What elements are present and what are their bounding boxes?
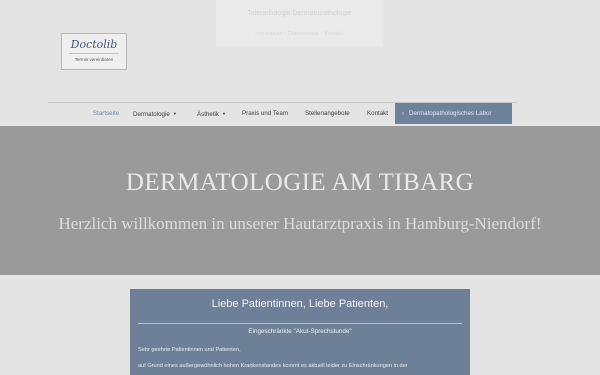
nav-item-kontakt[interactable]: Kontakt bbox=[367, 103, 388, 124]
notice-paragraph: auf Grund eines außergewöhnlich hohen Kr… bbox=[138, 363, 408, 369]
nav-item-label: Startseite bbox=[93, 110, 120, 117]
logo-divider bbox=[69, 53, 119, 54]
chevron-down-icon: ▼ bbox=[222, 111, 226, 116]
dermatopathologisches-labor-button[interactable]: › Dermatopathologisches Labor bbox=[395, 103, 512, 124]
hero-title: DERMATOLOGIE AM TIBARG bbox=[125, 169, 475, 196]
nav-item-label: Ästhetik bbox=[197, 111, 220, 118]
nav-item-label: Dermatologie bbox=[133, 111, 170, 118]
top-bar-title: Teleradiologie Dermatopathologie bbox=[247, 10, 352, 17]
nav-item-label: Stellenangebote bbox=[305, 110, 350, 117]
nav-item-dermatologie[interactable]: Dermatologie ▼ bbox=[133, 103, 177, 124]
nav-item-aesthetik[interactable]: Ästhetik ▼ bbox=[197, 103, 226, 124]
notice-paragraph: Sehr geehrte Patientinnen und Patienten, bbox=[138, 347, 241, 353]
nav-item-label: Kontakt bbox=[367, 110, 388, 117]
hero-banner: DERMATOLOGIE AM TIBARG Herzlich willkomm… bbox=[0, 126, 600, 275]
chevron-down-icon: ▼ bbox=[172, 111, 177, 116]
notice-heading: Liebe Patientinnen, Liebe Patienten, bbox=[211, 298, 389, 310]
nav-item-praxis-und-team[interactable]: Praxis und Team bbox=[242, 103, 288, 124]
main-nav: Startseite Dermatologie ▼ Ästhetik ▼ Praxi… bbox=[0, 103, 600, 124]
top-bar: Teleradiologie Dermatopathologie Impress… bbox=[216, 0, 383, 46]
top-bar-links[interactable]: Impressum · Datenschutz · Kontakt bbox=[216, 31, 383, 37]
doctolib-logo[interactable]: Doctolib Termin vereinbaren bbox=[61, 33, 127, 70]
chevron-right-icon: › bbox=[402, 111, 404, 117]
logo-brand: Doctolib bbox=[70, 38, 118, 51]
notice-divider bbox=[138, 323, 462, 324]
nav-item-startseite[interactable]: Startseite bbox=[93, 103, 119, 124]
cta-label: Dermatopathologisches Labor bbox=[409, 110, 492, 117]
notice-subheading: Eingeschränkte "Akut-Sprechstunde" bbox=[248, 328, 352, 335]
notice-box: Liebe Patientinnen, Liebe Patienten, Ein… bbox=[130, 289, 470, 375]
hero-subtitle: Herzlich willkommen in unserer Hautarztp… bbox=[58, 214, 542, 233]
logo-subtitle: Termin vereinbaren bbox=[74, 57, 114, 62]
nav-item-stellenangebote[interactable]: Stellenangebote bbox=[305, 103, 350, 124]
nav-item-label: Praxis und Team bbox=[242, 110, 288, 117]
